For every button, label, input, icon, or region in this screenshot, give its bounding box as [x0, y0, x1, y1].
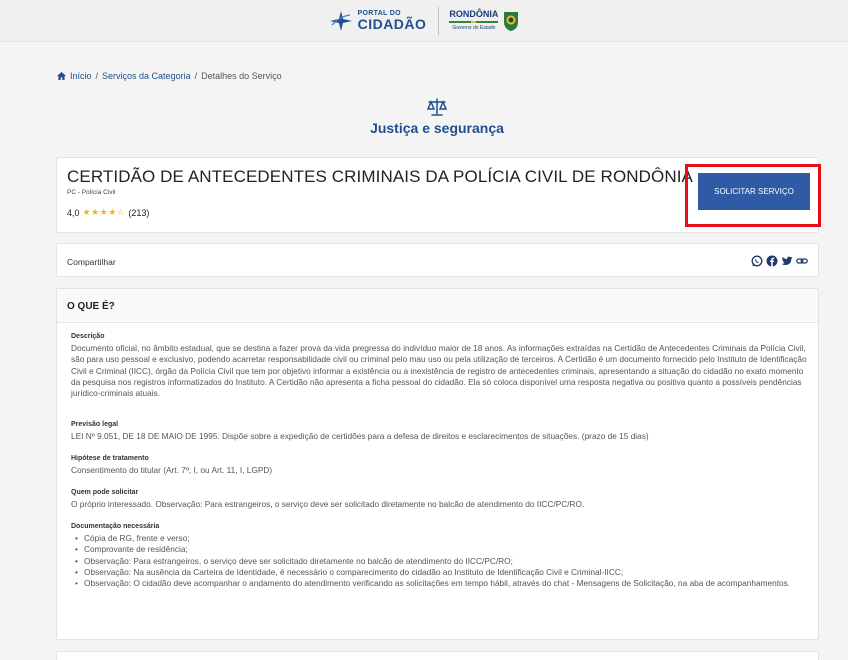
breadcrumb-separator: / — [95, 71, 99, 81]
hipotese-section: Hipótese de tratamento Consentimento do … — [71, 455, 811, 476]
whatsapp-icon[interactable] — [751, 255, 763, 267]
service-rating: 4,0 ★★★★☆ (213) — [67, 207, 149, 218]
state-name: RONDÔNIA — [449, 9, 499, 19]
category-heading: Justiça e segurança — [0, 98, 848, 136]
quem-pode-section: Quem pode solicitar O próprio interessad… — [71, 489, 811, 510]
home-icon[interactable] — [57, 72, 66, 80]
descricao-section: Descrição Documento oficial, no âmbito e… — [71, 333, 811, 399]
link-icon[interactable] — [796, 255, 808, 267]
governo-rondonia-logo[interactable]: RONDÔNIA Governo do Estado — [449, 10, 520, 32]
top-header: PORTAL DO CIDADÃO RONDÔNIA Governo do Es… — [0, 0, 848, 42]
descricao-text: Documento oficial, no âmbito estadual, q… — [71, 343, 807, 399]
list-item: Comprovante de residência; — [71, 544, 811, 556]
rating-stars-icon[interactable]: ★★★★☆ — [83, 207, 126, 218]
documentacao-section: Documentação necessária Cópia de RG, fre… — [71, 523, 811, 590]
list-item: Cópia de RG, frente e verso; — [71, 533, 811, 545]
portal-logo-icon — [329, 10, 352, 31]
share-label: Compartilhar — [67, 257, 116, 267]
service-title: CERTIDÃO DE ANTECEDENTES CRIMINAIS DA PO… — [67, 167, 693, 186]
descricao-label: Descrição — [71, 333, 105, 340]
scales-icon — [427, 98, 447, 116]
breadcrumb-current: Detalhes do Serviço — [201, 71, 282, 81]
share-icons — [751, 255, 808, 267]
share-card: Compartilhar — [56, 243, 819, 277]
next-section-card — [56, 651, 819, 660]
list-item: Observação: Na ausência da Carteira de I… — [71, 567, 811, 579]
state-flag-bar — [449, 21, 499, 23]
rating-value: 4,0 — [67, 207, 80, 218]
o-que-e-header[interactable]: O QUE É? — [57, 289, 818, 323]
twitter-icon[interactable] — [781, 255, 793, 267]
breadcrumb-separator: / — [194, 71, 198, 81]
solicitar-servico-button[interactable]: SOLICITAR SERVIÇO — [698, 173, 810, 210]
hipotese-text: Consentimento do titular (Art. 7º, I, ou… — [71, 465, 273, 475]
logo-divider — [438, 6, 440, 35]
facebook-icon[interactable] — [766, 255, 778, 267]
service-card: CERTIDÃO DE ANTECEDENTES CRIMINAIS DA PO… — [56, 157, 819, 233]
previsao-label: Previsão legal — [71, 421, 119, 428]
service-org: PC - Polícia Civil — [67, 189, 116, 196]
portal-logo-big: CIDADÃO — [357, 16, 427, 32]
quem-text: O próprio interessado. Observação: Para … — [71, 499, 585, 509]
portal-cidadao-logo[interactable]: PORTAL DO CIDADÃO — [328, 10, 427, 32]
list-item: Observação: Para estrangeiros, o serviço… — [71, 556, 811, 568]
quem-label: Quem pode solicitar — [71, 489, 139, 496]
rating-count: (213) — [128, 207, 150, 218]
list-item: Observação: O cidadão deve acompanhar o … — [71, 578, 811, 590]
previsao-text: LEI Nº 9.051, DE 18 DE MAIO DE 1995. Dis… — [71, 431, 649, 441]
state-sub: Governo do Estado — [452, 25, 496, 31]
o-que-e-card: O QUE É? Descrição Documento oficial, no… — [56, 288, 819, 640]
state-coat-of-arms-icon — [504, 11, 519, 31]
doc-label: Documentação necessária — [71, 523, 160, 530]
category-title: Justiça e segurança — [370, 120, 504, 136]
hipotese-label: Hipótese de tratamento — [71, 455, 149, 462]
doc-list: Cópia de RG, frente e verso; Comprovante… — [71, 533, 811, 590]
breadcrumb: Início / Serviços da Categoria / Detalhe… — [57, 71, 282, 81]
breadcrumb-category[interactable]: Serviços da Categoria — [102, 71, 191, 81]
previsao-legal-section: Previsão legal LEI Nº 9.051, DE 18 DE MA… — [71, 421, 811, 442]
breadcrumb-home[interactable]: Início — [70, 71, 92, 81]
